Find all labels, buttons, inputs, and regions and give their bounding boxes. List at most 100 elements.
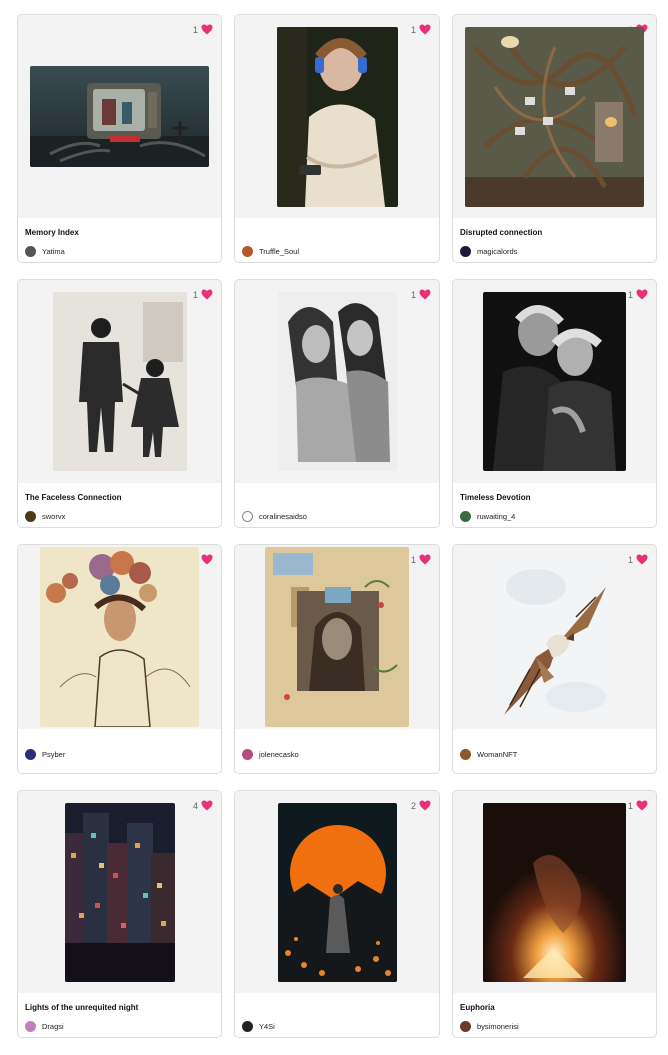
- card-title[interactable]: Disrupted connection: [460, 227, 649, 238]
- username[interactable]: magicalords: [477, 247, 517, 256]
- card-user[interactable]: WomanNFT: [460, 749, 649, 760]
- username[interactable]: Truffle_Soul: [259, 247, 299, 256]
- like-counter[interactable]: 4: [193, 800, 213, 811]
- card-title[interactable]: Euphoria: [460, 1002, 649, 1013]
- like-counter[interactable]: 2: [411, 800, 431, 811]
- avatar[interactable]: [242, 246, 253, 257]
- card-title[interactable]: [242, 227, 432, 238]
- username[interactable]: WomanNFT: [477, 750, 517, 759]
- card-user[interactable]: ruwaiting_4: [460, 511, 649, 522]
- like-counter[interactable]: 1: [193, 24, 213, 35]
- card-title[interactable]: Memory Index: [25, 227, 214, 238]
- card-user[interactable]: Dragsi: [25, 1021, 214, 1032]
- like-counter[interactable]: 1: [628, 800, 648, 811]
- username[interactable]: ruwaiting_4: [477, 512, 515, 521]
- card-media[interactable]: 1: [453, 791, 656, 993]
- heart-icon[interactable]: [636, 800, 648, 811]
- card-user[interactable]: Y4Si: [242, 1021, 432, 1032]
- card-title[interactable]: [242, 492, 432, 503]
- card-media[interactable]: 1: [235, 280, 439, 483]
- heart-icon[interactable]: [636, 554, 648, 565]
- heart-icon[interactable]: [636, 289, 648, 300]
- heart-icon[interactable]: [419, 554, 431, 565]
- gallery-card[interactable]: 1: [17, 544, 222, 774]
- username[interactable]: Dragsi: [42, 1022, 64, 1031]
- card-title[interactable]: Timeless Devotion: [460, 492, 649, 503]
- card-user[interactable]: magicalords: [460, 246, 649, 257]
- avatar[interactable]: [242, 1021, 253, 1032]
- heart-icon[interactable]: [201, 800, 213, 811]
- card-media[interactable]: 1: [18, 545, 221, 729]
- like-counter[interactable]: 1: [193, 289, 213, 300]
- heart-icon[interactable]: [201, 554, 213, 565]
- gallery-card[interactable]: 1: [452, 790, 657, 1038]
- gallery-card[interactable]: 1 Truffle_Soul: [234, 14, 440, 263]
- username[interactable]: Yatima: [42, 247, 65, 256]
- username[interactable]: bysimonerisi: [477, 1022, 519, 1031]
- like-count: 1: [627, 554, 633, 565]
- like-counter[interactable]: 1: [411, 554, 431, 565]
- card-user[interactable]: jolenecasko: [242, 749, 432, 760]
- heart-icon[interactable]: [419, 24, 431, 35]
- gallery-card[interactable]: 1 coralinesaidso: [234, 279, 440, 528]
- card-user[interactable]: Psyber: [25, 749, 214, 760]
- avatar[interactable]: [25, 749, 36, 760]
- like-counter[interactable]: 1: [628, 289, 648, 300]
- like-count: 1: [627, 289, 633, 300]
- gallery-card[interactable]: 1 Disrupted con: [452, 14, 657, 263]
- gallery-card[interactable]: 4 Lights of the unrequited night Dragsi: [17, 790, 222, 1038]
- like-count: 1: [192, 289, 198, 300]
- card-media[interactable]: 1: [235, 545, 439, 729]
- avatar[interactable]: [460, 1021, 471, 1032]
- card-media[interactable]: 4: [18, 791, 221, 993]
- avatar[interactable]: [460, 246, 471, 257]
- avatar[interactable]: [25, 511, 36, 522]
- card-title[interactable]: [242, 1002, 432, 1013]
- like-count: 1: [627, 800, 633, 811]
- card-media[interactable]: 1: [453, 545, 656, 729]
- card-title[interactable]: [242, 738, 432, 749]
- card-user[interactable]: bysimonerisi: [460, 1021, 649, 1032]
- avatar[interactable]: [242, 749, 253, 760]
- card-user[interactable]: Yatima: [25, 246, 214, 257]
- avatar[interactable]: [25, 1021, 36, 1032]
- gallery-card[interactable]: 1 The Faceless Connection sworvx: [17, 279, 222, 528]
- card-media[interactable]: 1: [18, 280, 221, 483]
- card-media[interactable]: 1: [453, 280, 656, 483]
- gallery-card[interactable]: 2 Y4Si: [234, 790, 440, 1038]
- card-user[interactable]: sworvx: [25, 511, 214, 522]
- card-media[interactable]: 2: [235, 791, 439, 993]
- gallery-card[interactable]: 1 Timeless Devotion ruwaiting_4: [452, 279, 657, 528]
- tv-landscape-art: [30, 66, 209, 167]
- username[interactable]: Psyber: [42, 750, 65, 759]
- username[interactable]: Y4Si: [259, 1022, 275, 1031]
- username[interactable]: jolenecasko: [259, 750, 299, 759]
- heart-icon[interactable]: [201, 24, 213, 35]
- username[interactable]: sworvx: [42, 512, 65, 521]
- avatar[interactable]: [25, 246, 36, 257]
- heart-icon[interactable]: [419, 289, 431, 300]
- avatar[interactable]: [242, 511, 253, 522]
- gallery-card[interactable]: 1 Memory Index Yatima: [17, 14, 222, 263]
- card-title[interactable]: [25, 738, 214, 749]
- username[interactable]: coralinesaidso: [259, 512, 307, 521]
- like-counter[interactable]: 1: [411, 24, 431, 35]
- hawk-flight-art: [496, 547, 613, 727]
- like-counter[interactable]: 1: [628, 554, 648, 565]
- like-counter[interactable]: 1: [411, 289, 431, 300]
- card-title[interactable]: [460, 738, 649, 749]
- gallery-card[interactable]: 1 WomanNFT: [452, 544, 657, 774]
- card-user[interactable]: coralinesaidso: [242, 511, 432, 522]
- card-title[interactable]: Lights of the unrequited night: [25, 1002, 214, 1013]
- card-user[interactable]: Truffle_Soul: [242, 246, 432, 257]
- avatar[interactable]: [460, 749, 471, 760]
- card-title[interactable]: The Faceless Connection: [25, 492, 214, 503]
- card-media[interactable]: 1: [453, 15, 656, 218]
- card-media[interactable]: 1: [235, 15, 439, 218]
- card-media[interactable]: 1: [18, 15, 221, 218]
- heart-icon[interactable]: [419, 800, 431, 811]
- gallery-card[interactable]: 1: [234, 544, 440, 774]
- avatar[interactable]: [460, 511, 471, 522]
- heart-icon[interactable]: [201, 289, 213, 300]
- night-city-art: [64, 802, 175, 982]
